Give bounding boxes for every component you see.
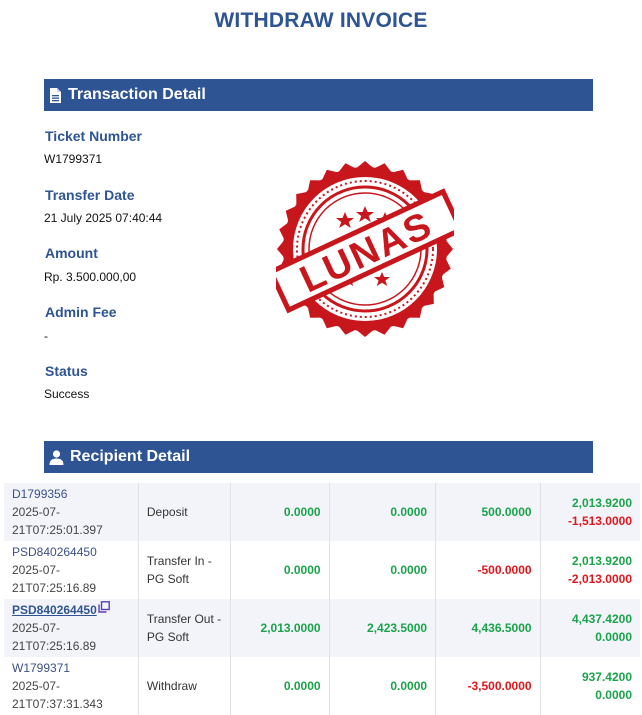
transaction-type: Withdraw [138,657,232,715]
balance-cell: 2,013.9200 -2,013.0000 [540,541,640,599]
amount-col1: 0.0000 [230,541,330,599]
transaction-detail-header: Transaction Detail [44,79,593,111]
balance-before: 4,437.4200 [571,612,632,626]
transaction-type: Transfer In - PG Soft [138,541,232,599]
transaction-id-link[interactable]: PSD840264450 [12,603,97,617]
transaction-id: W1799371 [12,661,71,675]
transaction-date: 2025-07- [12,679,61,693]
amount-col1: 0.0000 [230,657,330,715]
amount-col3: 500.0000 [435,483,541,541]
amount-col3: -3,500.0000 [435,657,541,715]
transaction-type: Transfer Out - PG Soft [138,599,232,657]
transaction-time: 21T07:25:16.89 [12,639,97,653]
amount-col2: 0.0000 [329,541,437,599]
transaction-date: 2025-07- [12,621,61,635]
balance-cell: 937.4200 0.0000 [540,657,640,715]
id-cell: W1799371 2025-07- 21T07:37:31.343 [4,657,139,715]
amount-col3: -500.0000 [435,541,541,599]
balance-before: 2,013.9200 [571,496,632,510]
ticket-number-value: W1799371 [44,152,103,166]
table-row: PSD840264450 2025-07- 21T07:25:16.89 Tra… [4,599,640,657]
status-label: Status [45,363,88,379]
recipient-detail-header: Recipient Detail [44,441,593,473]
admin-fee-value: - [44,329,48,343]
amount-col3: 4,436.5000 [435,599,541,657]
section-title: Recipient Detail [70,448,191,465]
transaction-time: 21T07:25:01.397 [12,523,103,537]
transfer-date-value: 21 July 2025 07:40:44 [44,211,163,225]
transaction-table: D1799356 2025-07- 21T07:25:01.397 Deposi… [4,483,640,715]
admin-fee-label: Admin Fee [45,304,117,320]
transaction-id: D1799356 [12,487,68,501]
transaction-type: Deposit [138,483,232,541]
table-row: W1799371 2025-07- 21T07:37:31.343 Withdr… [4,657,640,715]
balance-before: 937.4200 [581,670,632,684]
amount-col1: 2,013.0000 [230,599,330,657]
status-value: Success [44,387,90,401]
transfer-date-label: Transfer Date [45,187,135,203]
section-title: Transaction Detail [68,86,206,103]
id-cell: PSD840264450 2025-07- 21T07:25:16.89 [4,541,139,599]
id-cell: PSD840264450 2025-07- 21T07:25:16.89 [4,599,139,657]
amount-col1: 0.0000 [230,483,330,541]
transaction-id: PSD840264450 [12,545,97,559]
user-icon [49,449,64,465]
table-row: PSD840264450 2025-07- 21T07:25:16.89 Tra… [4,541,640,599]
transaction-time: 21T07:37:31.343 [12,697,103,711]
balance-cell: 4,437.4200 0.0000 [540,599,640,657]
amount-col2: 0.0000 [329,657,437,715]
ticket-number-label: Ticket Number [45,128,142,144]
transaction-date: 2025-07- [12,563,61,577]
balance-after: 0.0000 [595,630,632,644]
balance-after: -1,513.0000 [567,514,632,528]
id-cell: D1799356 2025-07- 21T07:25:01.397 [4,483,139,541]
transaction-date: 2025-07- [12,505,61,519]
balance-after: 0.0000 [595,688,632,702]
amount-col2: 0.0000 [329,483,437,541]
amount-value: Rp. 3.500.000,00 [44,270,137,284]
amount-label: Amount [45,245,98,261]
paid-stamp: LUNAS [276,161,454,337]
copy-icon[interactable] [98,601,110,613]
table-row: D1799356 2025-07- 21T07:25:01.397 Deposi… [4,483,640,541]
transaction-time: 21T07:25:16.89 [12,581,97,595]
amount-col2: 2,423.5000 [329,599,437,657]
balance-cell: 2,013.9200 -1,513.0000 [540,483,640,541]
balance-before: 2,013.9200 [571,554,632,568]
page-title: WITHDRAW INVOICE [214,9,428,32]
document-icon [50,87,61,103]
balance-after: -2,013.0000 [567,572,632,586]
